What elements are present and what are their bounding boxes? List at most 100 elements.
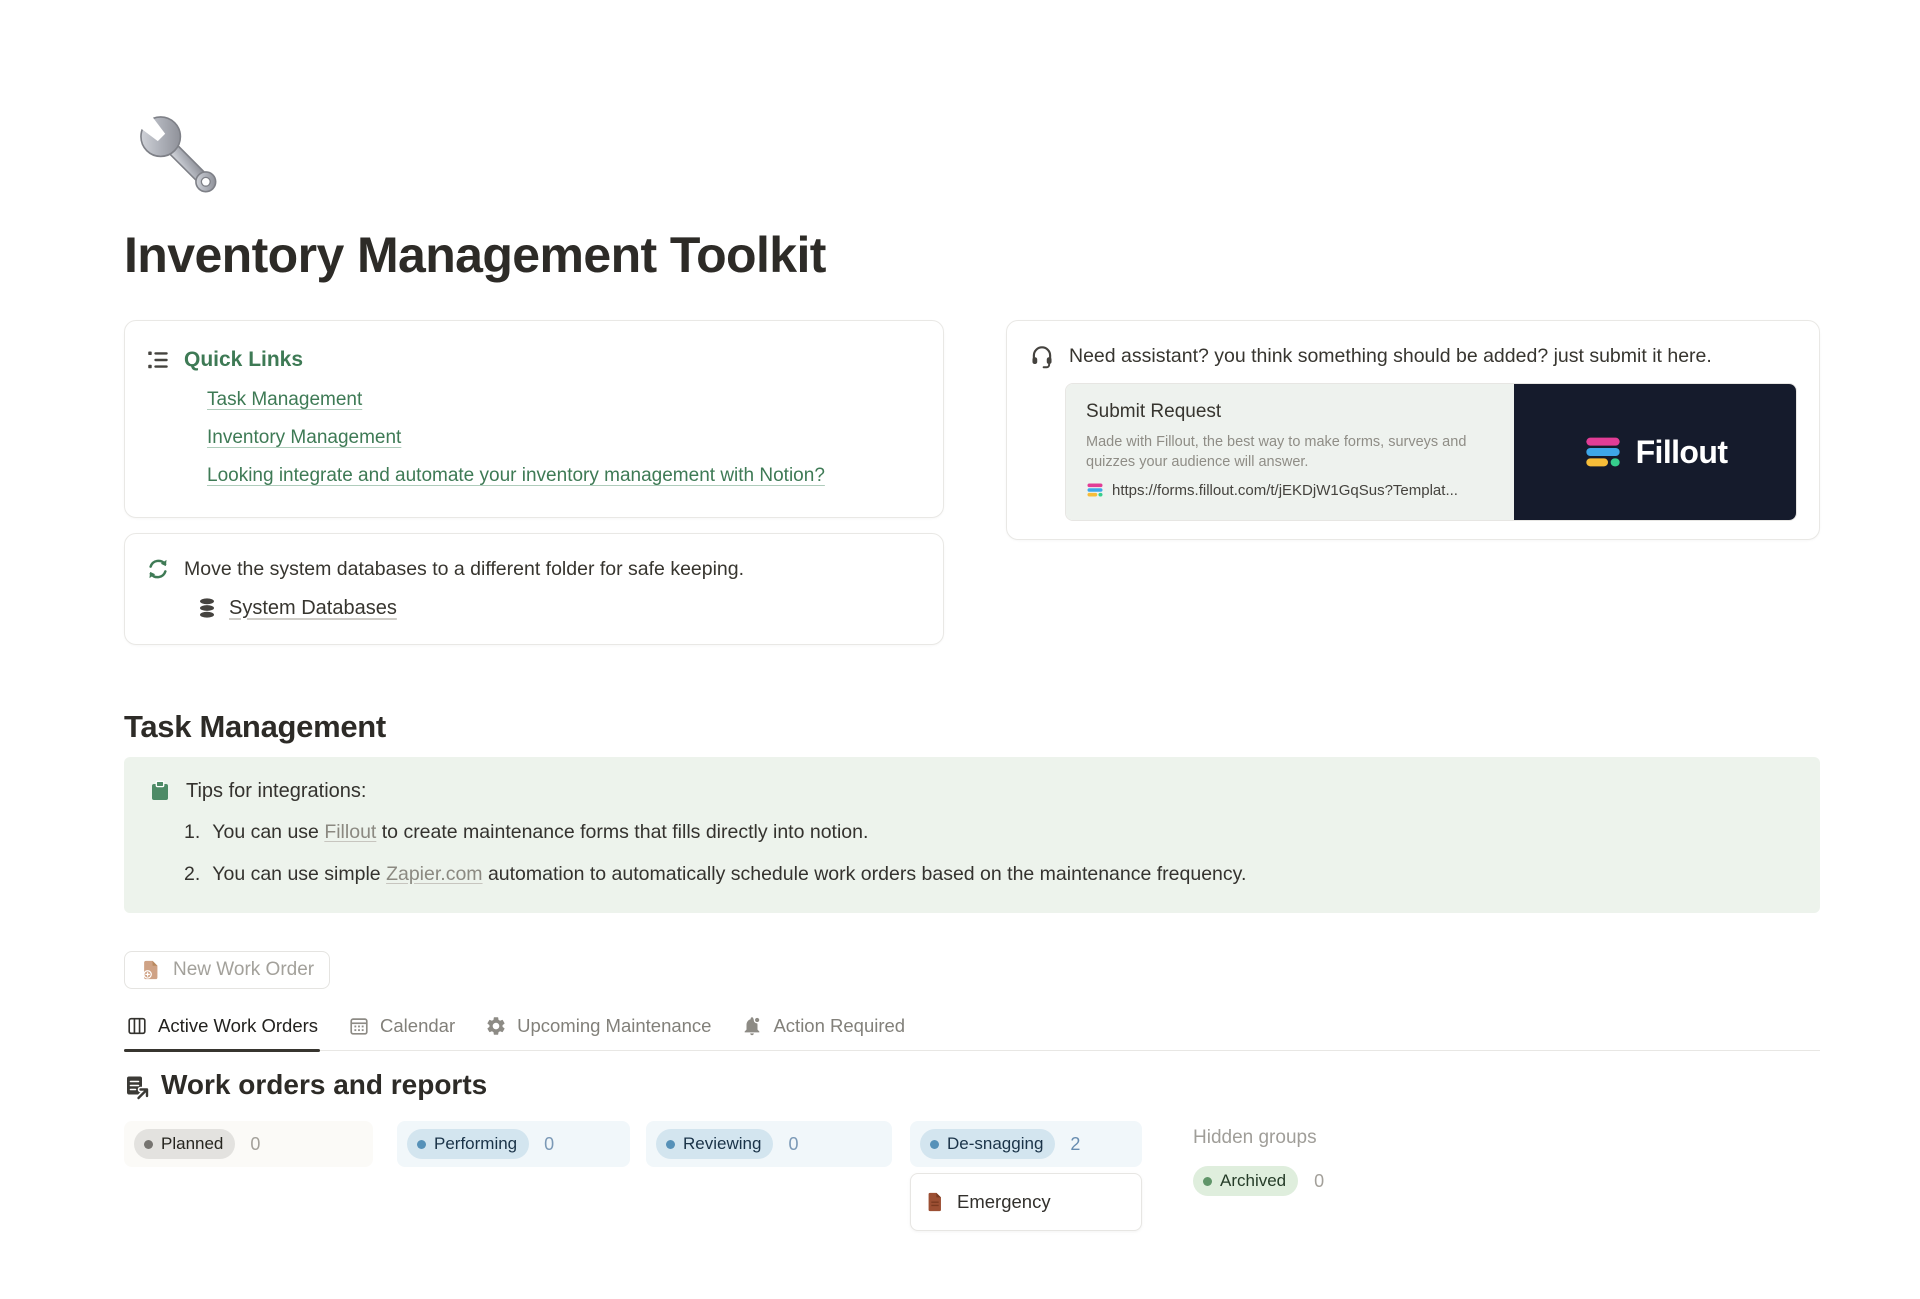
headset-icon	[1029, 343, 1055, 369]
link-inventory-management[interactable]: Inventory Management	[207, 427, 401, 449]
tab-upcoming-maintenance[interactable]: Upcoming Maintenance	[483, 1013, 713, 1050]
fillout-embed-info: Submit Request Made with Fillout, the be…	[1066, 384, 1514, 520]
new-work-order-button[interactable]: New Work Order	[124, 951, 330, 989]
system-callout-text: Move the system databases to a different…	[184, 558, 744, 581]
hidden-groups-section: Hidden groups Archived 0	[1193, 1121, 1324, 1196]
group-chip-performing[interactable]: Performing	[407, 1129, 529, 1159]
group-chip-de-snagging[interactable]: De-snagging	[920, 1129, 1055, 1159]
hidden-group-row: Archived 0	[1193, 1166, 1324, 1196]
system-database-link-row: System Databases	[195, 596, 923, 620]
quick-links-callout: Quick Links Task Management Inventory Ma…	[124, 320, 944, 518]
tip-text-pre: You can use simple	[212, 863, 386, 885]
group-count: 2	[1070, 1134, 1080, 1155]
hidden-groups-label: Hidden groups	[1193, 1127, 1324, 1149]
left-column: Quick Links Task Management Inventory Ma…	[124, 320, 944, 645]
embed-title: Submit Request	[1086, 401, 1494, 423]
system-databases-callout: Move the system databases to a different…	[124, 533, 944, 645]
status-dot	[666, 1140, 675, 1149]
gear-icon	[485, 1015, 507, 1037]
tab-calendar[interactable]: Calendar	[346, 1013, 457, 1050]
tab-label: Active Work Orders	[158, 1015, 318, 1037]
quick-links-list: Task Management Inventory Management Loo…	[207, 389, 923, 487]
list-icon	[145, 347, 171, 373]
calendar-icon	[348, 1015, 370, 1037]
tip-text-post: to create maintenance forms that fills d…	[376, 821, 868, 843]
transfer-arrows-icon	[145, 556, 171, 582]
fillout-brand-panel: Fillout	[1514, 384, 1796, 520]
task-management-heading: Task Management	[124, 707, 1820, 747]
group-chip-reviewing[interactable]: Reviewing	[656, 1129, 773, 1159]
status-dot	[417, 1140, 426, 1149]
embed-url: https://forms.fillout.com/t/jEKDjW1GqSus…	[1112, 482, 1458, 499]
tab-action-required[interactable]: Action Required	[739, 1013, 907, 1050]
tip-number: 2.	[184, 861, 200, 887]
group-count: 0	[250, 1134, 260, 1155]
group-chip-planned[interactable]: Planned	[134, 1129, 235, 1159]
tab-label: Action Required	[773, 1015, 905, 1037]
board-column-header: Performing 0	[397, 1121, 630, 1167]
notion-page: Inventory Management Toolkit Quick Links	[0, 100, 1920, 1231]
link-task-management[interactable]: Task Management	[207, 389, 362, 411]
tip-item-1: 1. You can use Fillout to create mainten…	[184, 819, 1796, 845]
tip-text-pre: You can use	[212, 821, 324, 843]
board-heading: Work orders and reports	[124, 1069, 1820, 1101]
new-document-icon	[140, 959, 162, 981]
board-card-emergency[interactable]: Emergency	[910, 1173, 1142, 1231]
group-count: 0	[788, 1134, 798, 1155]
board-column-header: Planned 0	[124, 1121, 373, 1167]
group-count: 0	[1314, 1171, 1324, 1192]
bell-notification-icon	[741, 1015, 763, 1037]
view-tabs: Active Work Orders Calendar	[124, 1013, 1820, 1051]
tip-text-post: automation to automatically schedule wor…	[483, 863, 1247, 885]
group-name: Performing	[434, 1134, 517, 1154]
document-icon	[924, 1191, 946, 1213]
wrench-page-icon[interactable]	[124, 100, 240, 216]
group-name: Planned	[161, 1134, 223, 1154]
new-work-order-label: New Work Order	[173, 959, 314, 981]
system-callout-text-row: Move the system databases to a different…	[145, 556, 923, 582]
board-column-de-snagging: De-snagging 2 Emergency	[910, 1121, 1142, 1231]
linked-database-icon	[124, 1074, 150, 1100]
tip-item-2: 2. You can use simple Zapier.com automat…	[184, 861, 1796, 887]
status-dot	[1203, 1177, 1212, 1186]
group-chip-archived[interactable]: Archived	[1193, 1166, 1298, 1196]
board-column-header: Reviewing 0	[646, 1121, 892, 1167]
database-icon	[195, 596, 219, 620]
board-column-reviewing: Reviewing 0	[646, 1121, 892, 1167]
fillout-link[interactable]: Fillout	[324, 821, 376, 843]
link-automation-guide[interactable]: Looking integrate and automate your inve…	[207, 465, 825, 487]
assistant-header: Need assistant? you think something shou…	[1029, 343, 1797, 369]
kanban-board: Planned 0 Performing 0 Reviewing 0	[124, 1121, 1820, 1231]
fillout-logo-icon	[1583, 432, 1623, 472]
clipboard-icon	[148, 779, 172, 803]
fillout-brand-name: Fillout	[1636, 434, 1728, 471]
board-column-header: De-snagging 2	[910, 1121, 1142, 1167]
group-count: 0	[544, 1134, 554, 1155]
board-view-icon	[126, 1015, 148, 1037]
board-heading-label: Work orders and reports	[161, 1069, 487, 1101]
tips-header: Tips for integrations:	[148, 779, 1796, 803]
tab-label: Calendar	[380, 1015, 455, 1037]
assistant-text: Need assistant? you think something shou…	[1069, 345, 1712, 368]
board-column-performing: Performing 0	[397, 1121, 630, 1167]
quick-links-title: Quick Links	[184, 348, 303, 372]
tip-text: You can use simple Zapier.com automation…	[212, 861, 1246, 887]
page-title: Inventory Management Toolkit	[124, 226, 1820, 284]
tab-label: Upcoming Maintenance	[517, 1015, 711, 1037]
quick-links-header: Quick Links	[145, 347, 923, 373]
tab-active-work-orders[interactable]: Active Work Orders	[124, 1013, 320, 1050]
tip-text: You can use Fillout to create maintenanc…	[212, 819, 868, 845]
status-dot	[930, 1140, 939, 1149]
system-databases-link[interactable]: System Databases	[229, 597, 397, 620]
group-name: Archived	[1220, 1171, 1286, 1191]
status-dot	[144, 1140, 153, 1149]
group-name: De-snagging	[947, 1134, 1043, 1154]
tip-number: 1.	[184, 819, 200, 845]
group-name: Reviewing	[683, 1134, 761, 1154]
fillout-embed[interactable]: Submit Request Made with Fillout, the be…	[1065, 383, 1797, 521]
board-column-planned: Planned 0	[124, 1121, 373, 1167]
zapier-link[interactable]: Zapier.com	[386, 863, 482, 885]
embed-description: Made with Fillout, the best way to make …	[1086, 432, 1488, 472]
tips-title: Tips for integrations:	[186, 780, 366, 803]
embed-url-row: https://forms.fillout.com/t/jEKDjW1GqSus…	[1086, 481, 1494, 499]
